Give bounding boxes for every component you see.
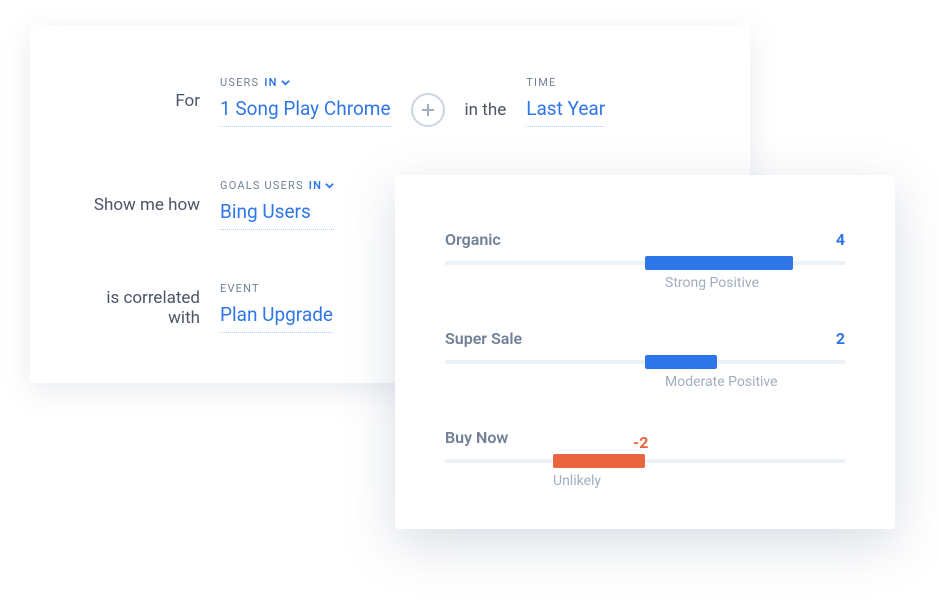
prefix-correlated: is correlated with — [90, 288, 200, 328]
result-score: 4 — [836, 230, 845, 249]
prefix-for: For — [90, 91, 200, 111]
result-name: Organic — [445, 230, 501, 249]
result-description: Strong Positive — [445, 275, 845, 291]
add-condition-button[interactable] — [411, 93, 445, 127]
users-in-dropdown[interactable]: IN — [264, 76, 289, 89]
chevron-down-icon — [281, 78, 290, 87]
correlation-bar-fill — [645, 355, 717, 369]
goals-in-dropdown[interactable]: IN — [309, 179, 334, 192]
plus-icon — [420, 102, 436, 118]
result-name: Super Sale — [445, 329, 522, 348]
result-row: Buy Now -2 Unlikely — [445, 428, 845, 489]
users-field: USERS IN 1 Song Play Chrome — [220, 76, 391, 127]
query-row-users-time: For USERS IN 1 Song Play Chrome in the T… — [90, 75, 690, 127]
goals-field: GOALS USERS IN Bing Users — [220, 179, 334, 230]
goals-label: GOALS USERS IN — [220, 179, 334, 192]
chevron-down-icon — [325, 181, 334, 190]
users-label: USERS IN — [220, 76, 391, 89]
time-label: TIME — [526, 76, 605, 89]
users-value[interactable]: 1 Song Play Chrome — [220, 97, 391, 127]
goals-value[interactable]: Bing Users — [220, 200, 334, 230]
result-score: 2 — [836, 329, 845, 348]
result-score: -2 — [633, 433, 648, 452]
result-description: Unlikely — [445, 473, 845, 489]
event-field: EVENT Plan Upgrade — [220, 282, 333, 333]
result-row: Super Sale 2 Moderate Positive — [445, 329, 845, 390]
event-value[interactable]: Plan Upgrade — [220, 303, 333, 333]
connector-inthe: in the — [465, 100, 507, 120]
result-name: Buy Now — [445, 428, 508, 447]
time-value[interactable]: Last Year — [526, 97, 605, 127]
correlation-bar-fill — [645, 256, 793, 270]
event-label: EVENT — [220, 282, 333, 295]
result-description: Moderate Positive — [445, 374, 845, 390]
correlation-bar-fill — [553, 454, 645, 468]
result-row: Organic 4 Strong Positive — [445, 230, 845, 291]
correlation-bar — [445, 459, 845, 463]
correlation-bar — [445, 261, 845, 265]
prefix-show: Show me how — [90, 195, 200, 215]
time-field: TIME Last Year — [526, 76, 605, 127]
correlation-results-card: Organic 4 Strong Positive Super Sale 2 Modera… — [395, 175, 895, 529]
correlation-bar — [445, 360, 845, 364]
